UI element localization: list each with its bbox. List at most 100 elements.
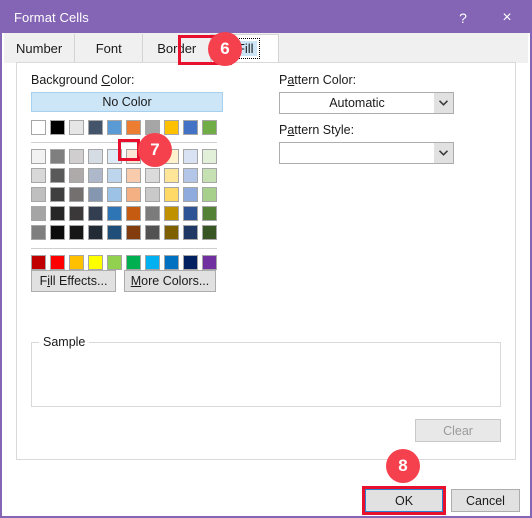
theme-color-swatch-3[interactable] <box>88 120 103 135</box>
theme-color-swatch-5[interactable] <box>126 120 141 135</box>
tint-swatch-0-1[interactable] <box>50 149 65 164</box>
tint-swatch-2-7[interactable] <box>164 187 179 202</box>
tint-swatch-0-8[interactable] <box>183 149 198 164</box>
tint-swatch-2-8[interactable] <box>183 187 198 202</box>
tint-swatch-0-9[interactable] <box>202 149 217 164</box>
clear-button[interactable]: Clear <box>415 419 501 442</box>
tab-strip: Number Font Border Fill <box>4 33 528 63</box>
standard-color-swatch-3[interactable] <box>88 255 103 270</box>
window-title: Format Cells <box>14 10 89 25</box>
help-icon[interactable]: ? <box>442 2 484 33</box>
tint-swatch-2-1[interactable] <box>50 187 65 202</box>
tint-swatch-3-9[interactable] <box>202 206 217 221</box>
tint-swatch-3-7[interactable] <box>164 206 179 221</box>
tint-swatch-4-1[interactable] <box>50 225 65 240</box>
step-badge-7: 7 <box>138 133 172 167</box>
tint-swatch-3-8[interactable] <box>183 206 198 221</box>
tab-number[interactable]: Number <box>4 34 76 63</box>
fill-tab-panel: Background Color: No Color Fi ll Effects.… <box>16 62 516 460</box>
titlebar: Format Cells ? × <box>2 2 530 33</box>
standard-color-swatch-0[interactable] <box>31 255 46 270</box>
tint-swatch-4-7[interactable] <box>164 225 179 240</box>
standard-color-swatch-7[interactable] <box>164 255 179 270</box>
tint-swatch-0-2[interactable] <box>69 149 84 164</box>
pattern-color-value: Automatic <box>329 96 385 110</box>
tint-swatch-1-5[interactable] <box>126 168 141 183</box>
fill-effects-button[interactable]: Fi ll Effects... <box>31 270 116 292</box>
tint-swatch-1-7[interactable] <box>164 168 179 183</box>
theme-color-swatch-1[interactable] <box>50 120 65 135</box>
tint-swatch-1-0[interactable] <box>31 168 46 183</box>
pattern-style-label: Pattern Style: <box>279 123 355 137</box>
highlight-color-swatch <box>118 139 140 161</box>
background-color-label: Background Color: <box>31 73 135 87</box>
tab-number-label: Number <box>16 41 63 56</box>
tint-swatch-1-6[interactable] <box>145 168 160 183</box>
tint-swatch-4-2[interactable] <box>69 225 84 240</box>
tint-swatch-2-3[interactable] <box>88 187 103 202</box>
tint-swatch-4-4[interactable] <box>107 225 122 240</box>
tint-swatch-3-3[interactable] <box>88 206 103 221</box>
format-cells-dialog: Format Cells ? × Number Font Border Fill… <box>0 0 532 518</box>
theme-color-swatch-8[interactable] <box>183 120 198 135</box>
theme-color-swatch-9[interactable] <box>202 120 217 135</box>
tint-swatch-1-9[interactable] <box>202 168 217 183</box>
tint-swatch-2-6[interactable] <box>145 187 160 202</box>
tint-swatch-3-2[interactable] <box>69 206 84 221</box>
tint-swatch-1-4[interactable] <box>107 168 122 183</box>
standard-color-swatch-9[interactable] <box>202 255 217 270</box>
tint-swatch-3-5[interactable] <box>126 206 141 221</box>
tint-row-2 <box>31 187 217 206</box>
tint-swatch-4-9[interactable] <box>202 225 217 240</box>
tint-row-4 <box>31 225 217 244</box>
tint-swatch-2-0[interactable] <box>31 187 46 202</box>
highlight-ok-button <box>362 486 446 515</box>
pattern-style-combo[interactable] <box>279 142 454 164</box>
standard-color-swatch-5[interactable] <box>126 255 141 270</box>
step-badge-8: 8 <box>386 449 420 483</box>
theme-color-swatch-7[interactable] <box>164 120 179 135</box>
tint-swatch-2-4[interactable] <box>107 187 122 202</box>
close-icon[interactable]: × <box>484 2 530 33</box>
tint-row-1 <box>31 168 217 187</box>
tint-swatch-3-6[interactable] <box>145 206 160 221</box>
tab-font[interactable]: Font <box>75 34 144 63</box>
tint-swatch-2-5[interactable] <box>126 187 141 202</box>
standard-color-swatch-6[interactable] <box>145 255 160 270</box>
standard-color-swatch-1[interactable] <box>50 255 65 270</box>
more-colors-button[interactable]: More Colors... <box>124 270 216 292</box>
tint-swatch-3-1[interactable] <box>50 206 65 221</box>
theme-color-swatch-4[interactable] <box>107 120 122 135</box>
standard-color-swatch-4[interactable] <box>107 255 122 270</box>
tint-swatch-1-8[interactable] <box>183 168 198 183</box>
tint-swatch-4-0[interactable] <box>31 225 46 240</box>
tint-swatch-4-3[interactable] <box>88 225 103 240</box>
pattern-color-combo[interactable]: Automatic <box>279 92 454 114</box>
tint-swatch-0-0[interactable] <box>31 149 46 164</box>
step-badge-6: 6 <box>208 32 242 66</box>
tint-swatch-1-1[interactable] <box>50 168 65 183</box>
theme-color-swatch-0[interactable] <box>31 120 46 135</box>
tint-shade-rows <box>31 149 217 244</box>
tint-swatch-2-2[interactable] <box>69 187 84 202</box>
tint-swatch-4-8[interactable] <box>183 225 198 240</box>
standard-color-swatch-8[interactable] <box>183 255 198 270</box>
tint-row-3 <box>31 206 217 225</box>
tint-swatch-0-3[interactable] <box>88 149 103 164</box>
chevron-down-icon[interactable] <box>434 143 453 163</box>
tint-swatch-3-0[interactable] <box>31 206 46 221</box>
standard-color-swatch-2[interactable] <box>69 255 84 270</box>
tint-swatch-4-6[interactable] <box>145 225 160 240</box>
cancel-button[interactable]: Cancel <box>451 489 520 512</box>
tab-font-label: Font <box>95 41 122 56</box>
tint-swatch-2-9[interactable] <box>202 187 217 202</box>
theme-color-swatch-2[interactable] <box>69 120 84 135</box>
chevron-down-icon[interactable] <box>434 93 453 113</box>
palette-separator-bottom <box>31 248 217 249</box>
tint-swatch-1-3[interactable] <box>88 168 103 183</box>
no-color-button[interactable]: No Color <box>31 92 223 112</box>
pattern-color-label: Pattern Color: <box>279 73 357 87</box>
tint-swatch-3-4[interactable] <box>107 206 122 221</box>
tint-swatch-4-5[interactable] <box>126 225 141 240</box>
tint-swatch-1-2[interactable] <box>69 168 84 183</box>
